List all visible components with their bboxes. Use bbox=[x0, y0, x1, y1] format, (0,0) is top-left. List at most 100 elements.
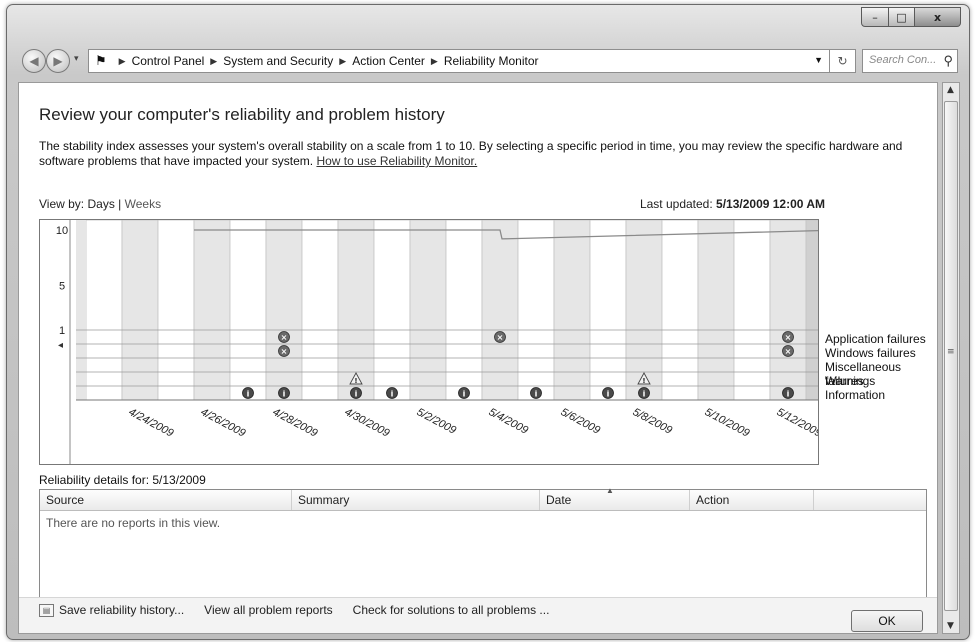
main-content: Review your computer's reliability and p… bbox=[18, 82, 938, 634]
page-description: The stability index assesses your system… bbox=[39, 139, 937, 169]
save-history-label: Save reliability history... bbox=[59, 603, 185, 617]
day-column bbox=[193, 220, 231, 401]
minimize-button[interactable]: – bbox=[861, 7, 889, 27]
column-action[interactable]: Action bbox=[690, 490, 814, 510]
error-icon-glyph: × bbox=[785, 347, 792, 356]
breadcrumb-system-security[interactable]: System and Security bbox=[223, 54, 333, 68]
error-icon-glyph: × bbox=[281, 347, 288, 356]
last-updated-label: Last updated: bbox=[639, 197, 713, 211]
column-summary[interactable]: Summary bbox=[292, 490, 540, 510]
breadcrumb-separator-icon: ▶ bbox=[118, 55, 126, 66]
x-tick-label: 4/30/2009 bbox=[343, 406, 392, 440]
warning-icon-glyph: ! bbox=[642, 377, 645, 385]
day-column bbox=[85, 220, 123, 401]
last-updated-value: 5/13/2009 12:00 AM bbox=[716, 197, 825, 211]
ok-button[interactable]: OK bbox=[851, 610, 923, 632]
recent-pages-dropdown-icon[interactable]: ▾ bbox=[74, 54, 79, 64]
legend-windows-failures: Windows failures bbox=[825, 346, 916, 360]
x-tick-label: 5/2/2009 bbox=[415, 406, 458, 437]
day-column bbox=[373, 220, 411, 401]
view-all-reports-link[interactable]: View all problem reports bbox=[204, 603, 333, 617]
view-by-weeks[interactable]: Weeks bbox=[125, 197, 161, 211]
legend-application-failures: Application failures bbox=[825, 332, 926, 346]
breadcrumb-action-center[interactable]: Action Center bbox=[352, 54, 425, 68]
address-dropdown-icon[interactable]: ▼ bbox=[814, 55, 823, 65]
day-column bbox=[733, 220, 771, 401]
view-by: View by: Days | Weeks bbox=[39, 197, 161, 211]
x-tick-label: 5/4/2009 bbox=[487, 406, 530, 437]
save-history-link[interactable]: ▤ Save reliability history... bbox=[39, 603, 185, 618]
day-column bbox=[697, 220, 735, 401]
day-column bbox=[445, 220, 483, 401]
day-column bbox=[121, 220, 159, 401]
page-title: Review your computer's reliability and p… bbox=[39, 105, 445, 124]
info-icon-glyph: i bbox=[787, 390, 790, 399]
info-icon-glyph: i bbox=[463, 390, 466, 399]
info-icon-glyph: i bbox=[607, 390, 610, 399]
y-tick-label: 10 bbox=[56, 225, 68, 237]
column-source[interactable]: Source bbox=[40, 490, 292, 510]
breadcrumb-reliability-monitor[interactable]: Reliability Monitor bbox=[444, 54, 539, 68]
scroll-grip-icon: ≡ bbox=[947, 347, 955, 357]
error-icon-glyph: × bbox=[497, 333, 504, 342]
table-header: Source Summary Date Action ▲ bbox=[40, 486, 926, 511]
legend-information: Information bbox=[825, 388, 886, 402]
day-column bbox=[301, 220, 339, 401]
legend-warnings: Warnings bbox=[825, 374, 876, 388]
check-solutions-link[interactable]: Check for solutions to all problems ... bbox=[353, 603, 550, 617]
scroll-up-icon[interactable]: ▲ bbox=[947, 85, 954, 95]
column-date[interactable]: Date bbox=[540, 490, 690, 510]
y-tick-label: 1 bbox=[59, 325, 65, 337]
x-tick-label: 5/10/2009 bbox=[703, 406, 752, 440]
x-tick-label: 5/6/2009 bbox=[559, 406, 602, 437]
reliability-chart-svg[interactable]: ◂▸1051×××××!!iiiiiiiii4/24/20094/26/2009… bbox=[40, 220, 818, 464]
reliability-chart[interactable]: ◂▸1051×××××!!iiiiiiiii4/24/20094/26/2009… bbox=[39, 219, 819, 465]
close-button[interactable]: x bbox=[915, 7, 961, 27]
view-by-separator: | bbox=[118, 197, 122, 211]
flag-icon: ⚑ bbox=[95, 53, 107, 68]
forward-arrow-icon[interactable]: ▶ bbox=[46, 49, 70, 73]
day-column bbox=[589, 220, 627, 401]
address-bar[interactable]: ⚑ ▶ Control Panel ▶ System and Security … bbox=[88, 49, 830, 73]
maximize-button[interactable]: □ bbox=[889, 7, 915, 27]
save-icon: ▤ bbox=[39, 604, 54, 618]
chart-scroll-left-icon: ◂ bbox=[58, 340, 63, 351]
x-tick-label: 4/24/2009 bbox=[127, 406, 176, 440]
info-icon-glyph: i bbox=[643, 390, 646, 399]
day-column bbox=[769, 220, 807, 401]
x-tick-label: 4/28/2009 bbox=[271, 406, 320, 440]
day-column bbox=[481, 220, 519, 401]
day-column bbox=[661, 220, 699, 401]
search-icon[interactable]: ⚲ bbox=[943, 53, 953, 69]
search-placeholder: Search Con... bbox=[869, 54, 937, 66]
help-link[interactable]: How to use Reliability Monitor. bbox=[316, 154, 477, 168]
view-by-days[interactable]: Days bbox=[87, 197, 114, 211]
error-icon-glyph: × bbox=[281, 333, 288, 342]
breadcrumb-separator-icon: ▶ bbox=[210, 55, 218, 66]
sort-ascending-icon: ▲ bbox=[606, 486, 614, 495]
scroll-down-icon[interactable]: ▼ bbox=[947, 621, 954, 631]
chart-legend: Application failures Windows failures Mi… bbox=[825, 332, 937, 402]
warning-icon-glyph: ! bbox=[354, 377, 357, 385]
x-tick-label: 4/26/2009 bbox=[199, 406, 248, 440]
info-icon-glyph: i bbox=[247, 390, 250, 399]
vertical-scrollbar[interactable]: ▲ ≡ ▼ bbox=[942, 82, 960, 634]
day-column bbox=[265, 220, 303, 401]
refresh-icon[interactable]: ↻ bbox=[830, 49, 856, 73]
day-column-partial bbox=[76, 220, 86, 400]
footer-links: ▤ Save reliability history... View all pr… bbox=[39, 603, 550, 618]
breadcrumb-control-panel[interactable]: Control Panel bbox=[132, 54, 205, 68]
day-column bbox=[229, 220, 267, 401]
day-column bbox=[409, 220, 447, 401]
last-updated: Last updated: 5/13/2009 12:00 AM bbox=[640, 197, 825, 211]
back-arrow-icon[interactable]: ◀ bbox=[22, 49, 46, 73]
breadcrumb-separator-icon: ▶ bbox=[430, 55, 438, 66]
details-label: Reliability details for: 5/13/2009 bbox=[39, 473, 206, 487]
navigation-bar: ◀ ▶ ▾ ⚑ ▶ Control Panel ▶ System and Sec… bbox=[18, 46, 958, 76]
search-input[interactable]: Search Con... ⚲ bbox=[862, 49, 958, 73]
day-column bbox=[805, 220, 818, 401]
info-icon-glyph: i bbox=[355, 390, 358, 399]
breadcrumb-separator-icon: ▶ bbox=[339, 55, 347, 66]
empty-message: There are no reports in this view. bbox=[46, 516, 221, 530]
error-icon-glyph: × bbox=[785, 333, 792, 342]
